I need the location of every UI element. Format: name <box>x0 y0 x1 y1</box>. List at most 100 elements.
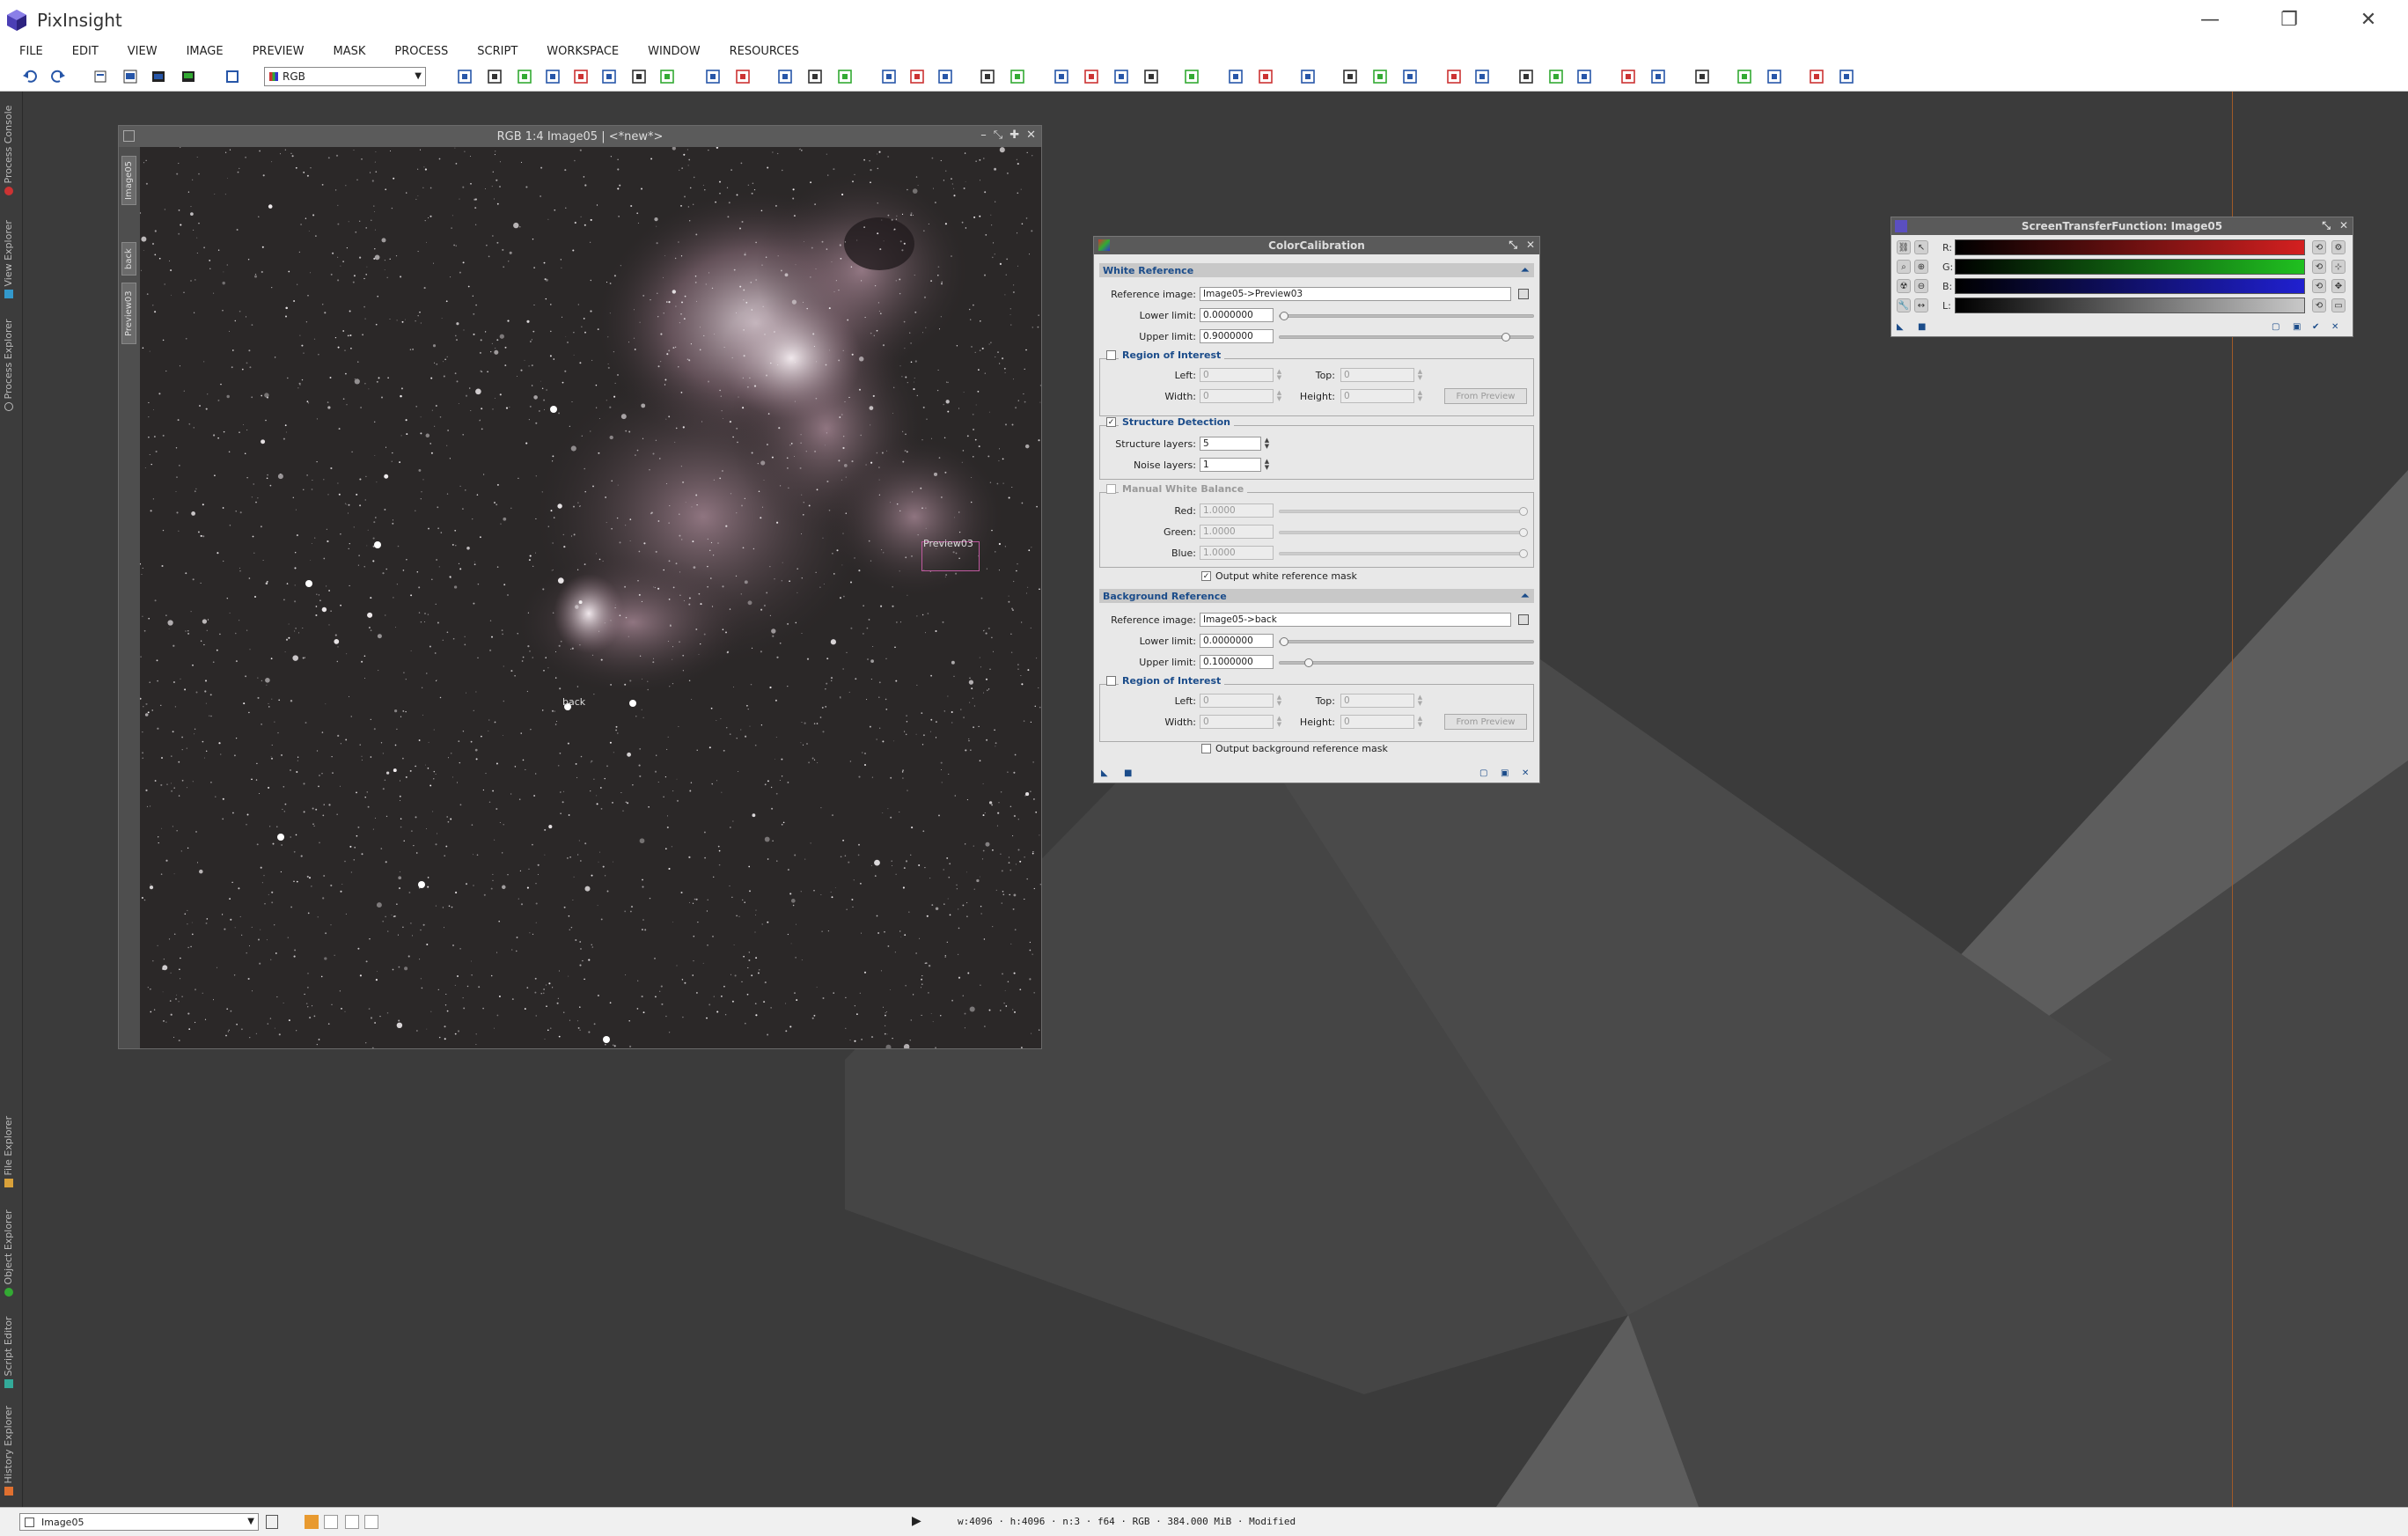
channel-r-bar[interactable] <box>1955 239 2305 255</box>
view-picker-icon[interactable] <box>1518 289 1529 299</box>
menu-process[interactable]: PROCESS <box>394 45 448 58</box>
menu-mask[interactable]: MASK <box>333 45 365 58</box>
toolbar-tool-icon[interactable] <box>1257 68 1274 85</box>
close-icon[interactable]: ✕ <box>1026 129 1036 142</box>
toolbar-tool-icon[interactable] <box>1838 68 1855 85</box>
maximize-icon[interactable]: ✚ <box>1009 129 1019 142</box>
output-background-mask-checkbox[interactable] <box>1201 744 1211 753</box>
reset-channel-icon[interactable]: ⟲ <box>2312 298 2326 312</box>
toolbar-tool-icon[interactable] <box>630 68 648 85</box>
browse-documentation-icon[interactable]: ▣ <box>1501 769 1510 779</box>
reset-channel-icon[interactable]: ⟲ <box>2312 260 2326 274</box>
white-reference-header[interactable]: White Reference ⏶ <box>1099 263 1534 277</box>
background-reference-image-field[interactable]: Image05->back <box>1200 613 1511 627</box>
toolbar-tool-icon[interactable] <box>1649 68 1667 85</box>
white-roi-top-field[interactable]: 0 <box>1340 368 1414 382</box>
toolbar-tool-icon[interactable] <box>1517 68 1535 85</box>
settings-icon[interactable]: ⚙ <box>2331 240 2346 254</box>
white-upper-limit-field[interactable]: 0.9000000 <box>1200 329 1274 343</box>
save-image-icon[interactable] <box>180 68 197 85</box>
spin-icon[interactable]: ▲ ▼ <box>1263 458 1271 472</box>
image-window[interactable]: RGB 1:4 Image05 | <*new*> – ⤡ ✚ ✕ Image0… <box>118 125 1042 1049</box>
white-from-preview-button[interactable]: From Preview <box>1444 388 1527 404</box>
tab-process-console[interactable]: Process Console <box>3 97 14 198</box>
toolbar-tool-icon[interactable] <box>1112 68 1130 85</box>
close-icon[interactable]: ✕ <box>1526 239 1535 252</box>
menu-resources[interactable]: RESOURCES <box>730 45 799 58</box>
zoom-in-icon[interactable]: ⊕ <box>1914 260 1928 274</box>
tab-history-explorer[interactable]: History Explorer <box>3 1400 14 1498</box>
toolbar-tool-icon[interactable] <box>1299 68 1317 85</box>
toolbar-tool-icon[interactable] <box>1766 68 1783 85</box>
view-selector[interactable]: Image05 ▼ <box>19 1513 259 1531</box>
spin-icon[interactable]: ▲ ▼ <box>1263 437 1271 451</box>
move-icon[interactable]: ✥ <box>2331 279 2346 293</box>
mask-color-icon[interactable] <box>305 1515 319 1529</box>
background-upper-limit-slider[interactable] <box>1279 658 1534 667</box>
new-instance-icon[interactable]: ◣ <box>1897 323 1906 333</box>
preview-icon[interactable]: ▢ <box>1479 769 1489 779</box>
history-icon[interactable] <box>92 68 109 85</box>
auto-stretch-icon[interactable]: ☢ <box>1897 279 1911 293</box>
toolbar-tool-icon[interactable] <box>456 68 474 85</box>
toolbar-tool-icon[interactable] <box>1736 68 1753 85</box>
menu-view[interactable]: VIEW <box>128 45 158 58</box>
toolbar-tool-icon[interactable] <box>600 68 618 85</box>
slider-knob[interactable] <box>1519 507 1528 516</box>
collapse-icon[interactable]: ⏶ <box>1521 264 1529 276</box>
slider-knob[interactable] <box>1280 312 1288 320</box>
toolbar-tool-icon[interactable] <box>1547 68 1565 85</box>
toolbar-tool-icon[interactable] <box>1009 68 1026 85</box>
color-space-select[interactable]: RGB ▼ <box>264 67 426 86</box>
menu-edit[interactable]: EDIT <box>72 45 99 58</box>
toolbar-tool-icon[interactable] <box>936 68 954 85</box>
white-reference-image-field[interactable]: Image05->Preview03 <box>1200 287 1511 301</box>
toolbar-tool-icon[interactable] <box>544 68 562 85</box>
image-canvas[interactable]: Preview03 back <box>140 147 1041 1048</box>
structure-detection-checkbox[interactable]: ✓ <box>1106 417 1116 427</box>
menu-file[interactable]: FILE <box>19 45 43 58</box>
view-lock-icon[interactable] <box>266 1515 278 1529</box>
noise-layers-field[interactable]: 1 <box>1200 458 1261 472</box>
background-roi-width-field[interactable]: 0 <box>1200 715 1274 729</box>
view-picker-icon[interactable] <box>1518 614 1529 625</box>
red-field[interactable]: 1.0000 <box>1200 503 1274 518</box>
tab-file-explorer[interactable]: File Explorer <box>3 1102 14 1190</box>
toolbar-tool-icon[interactable] <box>1445 68 1463 85</box>
spin-icon[interactable]: ▲ ▼ <box>1275 694 1283 708</box>
green-field[interactable]: 1.0000 <box>1200 525 1274 539</box>
toolbar-tool-icon[interactable] <box>1227 68 1244 85</box>
toolbar-tool-icon[interactable] <box>486 68 503 85</box>
toolbar-tool-icon[interactable] <box>1808 68 1825 85</box>
menu-script[interactable]: SCRIPT <box>477 45 518 58</box>
horizontal-arrows-icon[interactable]: ↔ <box>1914 298 1928 312</box>
slider-knob[interactable] <box>1519 528 1528 537</box>
menu-window[interactable]: WINDOW <box>648 45 701 58</box>
slider-knob[interactable] <box>1519 549 1528 558</box>
menu-preview[interactable]: PREVIEW <box>253 45 305 58</box>
tab-object-explorer[interactable]: Object Explorer <box>3 1197 14 1299</box>
background-from-preview-button[interactable]: From Preview <box>1444 714 1527 730</box>
reset-channel-icon[interactable]: ⟲ <box>2312 240 2326 254</box>
wrench-icon[interactable]: 🔧 <box>1897 298 1911 312</box>
background-roi-left-field[interactable]: 0 <box>1200 694 1274 708</box>
toolbar-tool-icon[interactable] <box>1693 68 1711 85</box>
toolbar-tool-icon[interactable] <box>1371 68 1389 85</box>
toolbar-tool-icon[interactable] <box>1083 68 1100 85</box>
tab-view-explorer[interactable]: View Explorer <box>3 208 14 301</box>
menu-workspace[interactable]: WORKSPACE <box>547 45 619 58</box>
shade-icon[interactable]: – <box>980 129 987 142</box>
menu-image[interactable]: IMAGE <box>187 45 224 58</box>
shade-icon[interactable]: ⤡ <box>1509 239 1517 252</box>
spin-icon[interactable]: ▲ ▼ <box>1275 389 1283 403</box>
play-icon[interactable]: ▶ <box>912 1514 921 1528</box>
background-roi-checkbox[interactable] <box>1106 676 1116 686</box>
spin-icon[interactable]: ▲ ▼ <box>1275 715 1283 729</box>
collapse-icon[interactable]: ⤡ <box>994 129 1002 142</box>
blue-slider[interactable] <box>1279 549 1528 558</box>
toolbar-tool-icon[interactable] <box>1053 68 1070 85</box>
toolbar-tool-icon[interactable] <box>1183 68 1200 85</box>
window-menu-icon[interactable] <box>123 130 135 142</box>
manual-white-balance-checkbox[interactable] <box>1106 484 1116 494</box>
spin-icon[interactable]: ▲ ▼ <box>1275 368 1283 382</box>
